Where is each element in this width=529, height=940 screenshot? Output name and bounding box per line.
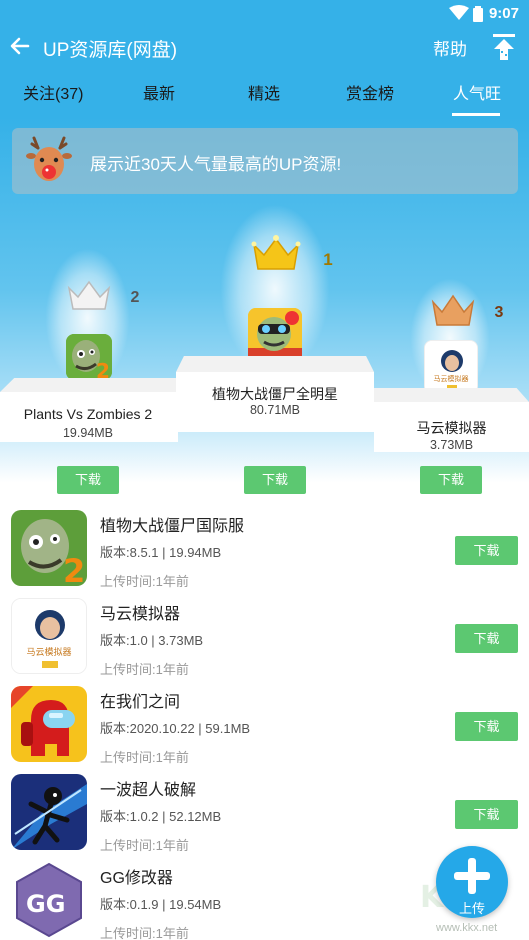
stickman-icon: [11, 774, 87, 850]
first-app-size: 80.71MB: [249, 403, 301, 417]
download-button[interactable]: 下载: [455, 800, 518, 829]
tab-latest[interactable]: 最新: [143, 80, 175, 104]
battery-icon: [473, 6, 483, 22]
podium-second-top: [0, 378, 178, 392]
third-app-size: 3.73MB: [429, 438, 474, 452]
status-time: 9:07: [488, 5, 519, 22]
tab-popular[interactable]: 人气旺: [453, 80, 501, 104]
mayun-app-icon[interactable]: 马云模拟器: [424, 340, 478, 394]
svg-text:2: 2: [96, 359, 110, 380]
upload-fab-label: 上传: [458, 901, 485, 916]
banner-text: 展示近30天人气量最高的UP资源!: [90, 155, 342, 174]
crewmate-icon: [11, 686, 87, 762]
tab-featured[interactable]: 精选: [248, 80, 280, 104]
svg-text:2: 2: [63, 552, 85, 586]
help-button[interactable]: 帮助: [433, 35, 467, 60]
portrait-icon: 马云模拟器: [11, 598, 87, 674]
gold-crown-icon: 1: [250, 233, 333, 273]
download-button[interactable]: 下载: [455, 536, 518, 565]
download-button[interactable]: 下载: [455, 712, 518, 741]
download-button-third[interactable]: 下载: [420, 466, 482, 494]
third-app-name: 马云模拟器: [416, 420, 487, 436]
list-item-name: GG修改器: [100, 870, 173, 887]
pvz-allstars-app-icon[interactable]: [248, 308, 302, 364]
status-bar: 9:07: [0, 0, 529, 28]
watermark-url: www.kkx.net: [436, 922, 498, 934]
list-item-name: 一波超人破解: [100, 782, 197, 799]
mayun-icon-caption: 马云模拟器: [433, 376, 469, 383]
upload-top-icon[interactable]: [490, 32, 518, 62]
list-item-upload-time: 上传时间:1年前: [100, 926, 189, 940]
list-item-version: 版本:1.0 | 3.73MB: [100, 633, 204, 648]
list-item-version: 版本:8.5.1 | 19.94MB: [100, 545, 222, 560]
back-arrow-icon[interactable]: [8, 34, 32, 58]
active-tab-indicator: [452, 113, 500, 116]
silver-crown-icon: 2: [66, 278, 139, 312]
tab-bar: 关注(37) 最新 精选 赏金榜 人气旺: [0, 66, 529, 118]
ranking-hero: 展示近30天人气量最高的UP资源! 1 2 3 2 马云模拟器 Plants V…: [0, 118, 529, 498]
rank-number-first: 1: [323, 250, 333, 269]
bronze-crown-icon: 3: [430, 292, 503, 328]
portrait-icon-caption: 马云模拟器: [26, 647, 72, 657]
info-banner: 展示近30天人气量最高的UP资源!: [12, 128, 518, 194]
download-button[interactable]: 下载: [455, 624, 518, 653]
list-item[interactable]: 在我们之间 版本:2020.10.22 | 59.1MB 上传时间:1年前 下载: [0, 674, 529, 765]
list-item-version: 版本:2020.10.22 | 59.1MB: [100, 721, 251, 736]
gg-icon: GG: [11, 862, 87, 938]
tab-bounty[interactable]: 赏金榜: [346, 80, 394, 104]
list-item-version: 版本:1.0.2 | 52.12MB: [100, 809, 222, 824]
podium-third-top: [374, 388, 529, 402]
tab-following[interactable]: 关注(37): [23, 80, 83, 104]
podium-first-top: [176, 356, 374, 372]
download-button-first[interactable]: 下载: [244, 466, 306, 494]
list-item-name: 马云模拟器: [100, 606, 181, 623]
list-item[interactable]: 马云模拟器 马云模拟器 版本:1.0 | 3.73MB 上传时间:1年前 下载: [0, 586, 529, 677]
rank-number-third: 3: [494, 304, 504, 321]
page-title: UP资源库(网盘): [43, 40, 178, 61]
download-button-second[interactable]: 下载: [57, 466, 119, 494]
svg-text:GG: GG: [26, 890, 65, 918]
second-app-size: 19.94MB: [62, 426, 114, 440]
list-item[interactable]: 2 植物大战僵尸国际服 版本:8.5.1 | 19.94MB 上传时间:1年前 …: [0, 498, 529, 589]
zombie-icon: 2: [11, 510, 87, 586]
second-app-name: Plants Vs Zombies 2: [23, 406, 153, 422]
list-item[interactable]: 一波超人破解 版本:1.0.2 | 52.12MB 上传时间:1年前 下载: [0, 762, 529, 853]
first-app-name: 植物大战僵尸全明星: [212, 386, 338, 402]
list-item-name: 在我们之间: [100, 694, 181, 711]
wifi-icon: [449, 5, 469, 20]
upload-fab-button[interactable]: 上传: [436, 846, 508, 918]
reindeer-icon: [26, 136, 72, 181]
list-item-version: 版本:0.1.9 | 19.54MB: [100, 897, 222, 912]
rank-number-second: 2: [130, 289, 140, 306]
pvz2-app-icon[interactable]: 2: [66, 334, 112, 380]
app-bar: UP资源库(网盘) 帮助: [0, 28, 529, 66]
list-item-name: 植物大战僵尸国际服: [100, 518, 245, 535]
